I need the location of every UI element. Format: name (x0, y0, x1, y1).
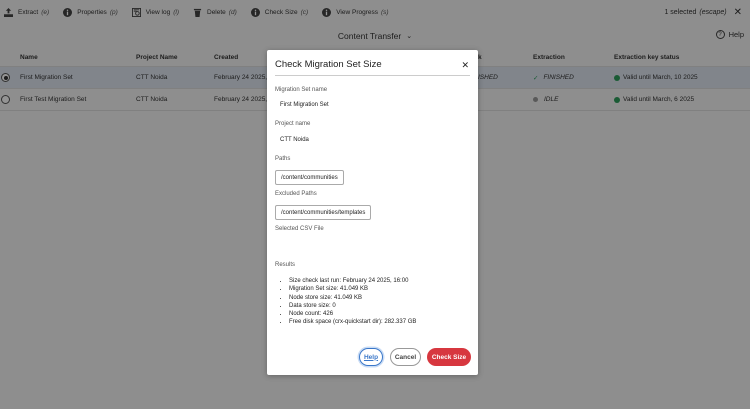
results-label: Results (275, 262, 296, 268)
dialog-title: Check Migration Set Size (275, 59, 382, 70)
project-value: CTT Noida (280, 137, 309, 143)
list-item: Data store size: 0 (289, 302, 416, 310)
check-size-submit-button[interactable]: Check Size (427, 348, 471, 366)
csv-file-label: Selected CSV File (275, 226, 324, 232)
check-size-dialog: Check Migration Set Size ✕ Migration Set… (267, 50, 478, 375)
list-item: Free disk space (crx-quickstart dir): 28… (289, 318, 416, 326)
dialog-divider (275, 75, 470, 76)
project-label: Project name (275, 121, 311, 127)
list-item: Migration Set size: 41.049 KB (289, 285, 416, 293)
help-button[interactable]: Help (359, 348, 383, 366)
excluded-paths-label: Excluded Paths (275, 191, 317, 197)
paths-label: Paths (275, 156, 291, 162)
path-chip: /content/communities (275, 170, 344, 185)
close-icon[interactable]: ✕ (461, 60, 469, 71)
migration-set-label: Migration Set name (275, 87, 328, 93)
migration-set-value: First Migration Set (280, 102, 329, 108)
list-item: Size check last run: February 24 2025, 1… (289, 277, 416, 285)
list-item: Node count: 426 (289, 310, 416, 318)
excluded-path-chip: /content/communities/templates (275, 205, 372, 220)
cancel-button[interactable]: Cancel (390, 348, 421, 366)
list-item: Node store size: 41.049 KB (289, 294, 416, 302)
results-list: Size check last run: February 24 2025, 1… (289, 277, 416, 327)
